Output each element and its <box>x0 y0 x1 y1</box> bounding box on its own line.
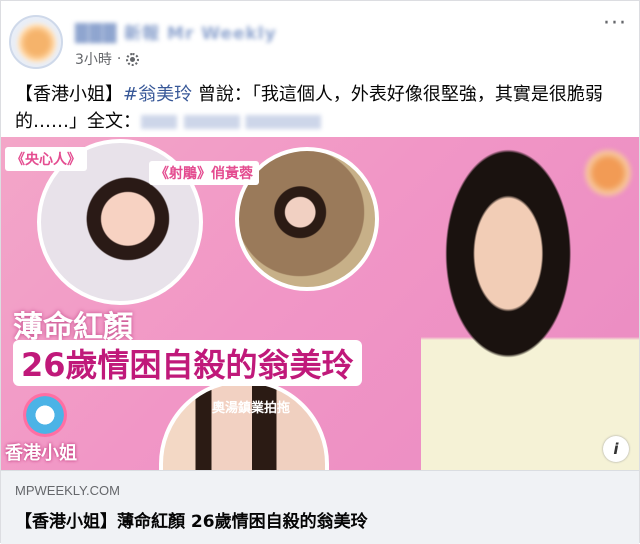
page-avatar[interactable] <box>9 15 63 69</box>
couple-photo <box>159 379 329 470</box>
blurred-watermark <box>584 149 632 197</box>
post-header: ███ 新報 Mr Weekly 3小時 · ··· <box>1 1 640 73</box>
post-meta: 3小時 · <box>75 49 140 69</box>
logo-mark-icon <box>23 393 67 437</box>
label-drama: 《射鵰》俏黃蓉 <box>149 161 259 185</box>
headline-line2: 26歲情困自殺的翁美玲 <box>13 340 362 386</box>
post-image[interactable]: 《央心人》 《射鵰》俏黃蓉 奧湯鎮業拍拖 薄命紅顏 26歲情困自殺的翁美玲 香港… <box>1 137 639 470</box>
post-text-prefix: 【香港小姐】 <box>15 84 123 105</box>
info-icon[interactable]: i <box>603 436 629 462</box>
hashtag-link[interactable]: #翁美玲 <box>123 84 192 105</box>
logo-text: 香港小姐 <box>5 443 77 464</box>
label-ad: 奧湯鎮業拍拖 <box>212 401 291 416</box>
miss-hk-logo: 香港小姐 <box>5 393 85 465</box>
privacy-gear-icon[interactable] <box>126 52 140 66</box>
page-name[interactable]: ███ 新報 Mr Weekly <box>75 19 285 44</box>
link-title[interactable]: 【香港小姐】薄命紅顏 26歲情困自殺的翁美玲 <box>15 507 368 532</box>
more-options-icon[interactable]: ··· <box>603 13 627 35</box>
link-preview[interactable]: MPWEEKLY.COM 【香港小姐】薄命紅顏 26歲情困自殺的翁美玲 <box>1 470 639 544</box>
dot-separator: · <box>116 51 122 67</box>
facebook-post: ███ 新報 Mr Weekly 3小時 · ··· 【香港小姐】#翁美玲 曾說… <box>0 0 640 544</box>
blurred-url[interactable] <box>141 115 321 129</box>
page-name-text[interactable]: ███ 新報 Mr Weekly <box>75 19 277 44</box>
post-time[interactable]: 3小時 <box>75 49 112 69</box>
post-text: 【香港小姐】#翁美玲 曾說：「我這個人，外表好像很堅強，其實是很脆弱的……」全文… <box>15 81 627 135</box>
label-nurse: 《央心人》 <box>5 147 87 171</box>
link-domain: MPWEEKLY.COM <box>15 483 120 498</box>
